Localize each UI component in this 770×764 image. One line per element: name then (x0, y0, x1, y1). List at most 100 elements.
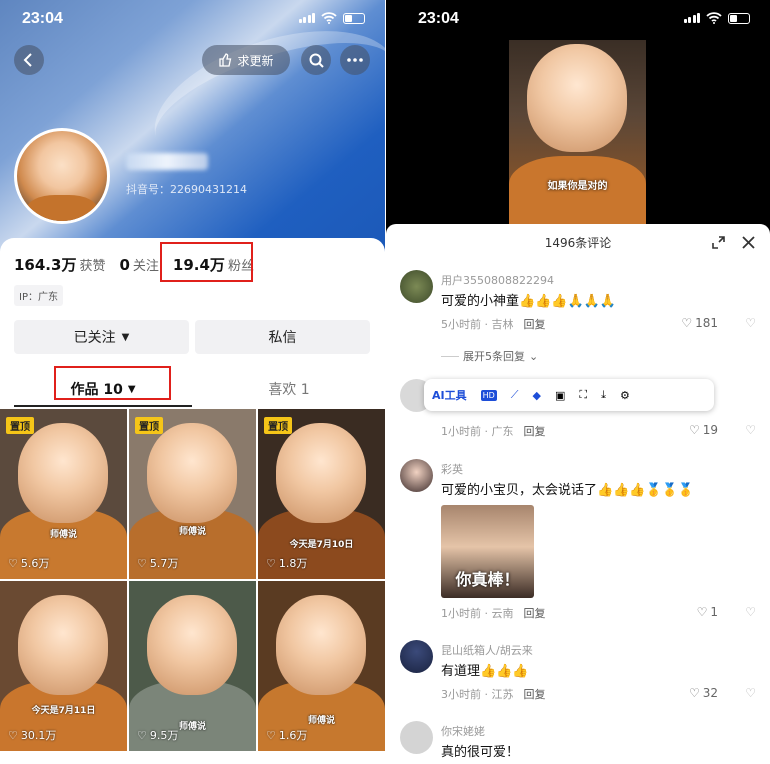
back-button[interactable] (14, 45, 44, 75)
video-likes: ♡ 1.8万 (266, 556, 308, 571)
request-update-button[interactable]: 求更新 (202, 45, 290, 75)
expand-icon[interactable] (712, 236, 725, 249)
stat-likes: 164.3万 获赞 (14, 256, 106, 274)
tab-likes-label: 喜欢 1 (268, 382, 310, 398)
comment-image-caption: 你真棒！ (455, 570, 520, 589)
comment-meta: 1小时前 · 云南 回复 (441, 607, 546, 620)
crop-icon[interactable]: ⛶ (579, 388, 587, 402)
video-caption: 师傅说 (178, 527, 206, 537)
active-tab-indicator (14, 405, 192, 407)
video-likes: ♡ 5.6万 (8, 556, 50, 571)
video-caption: 今天是7月10日 (289, 540, 354, 550)
reply-button[interactable]: 回复 (524, 318, 546, 331)
comment-image[interactable]: 你真棒！ (441, 505, 534, 598)
commenter-avatar[interactable] (400, 640, 433, 673)
video-thumb[interactable]: 师傅说 ♡ 9.5万 (129, 581, 256, 751)
commenter-avatar[interactable] (400, 459, 433, 492)
more-dots-icon (347, 58, 363, 62)
pinned-badge: 置顶 (6, 417, 34, 434)
close-icon[interactable] (742, 236, 755, 249)
commenter-avatar[interactable] (400, 721, 433, 754)
status-icons (298, 12, 365, 24)
image-edit-icon[interactable]: ▣ (555, 389, 565, 402)
dislike-icon[interactable]: ♡ (745, 316, 756, 330)
battery-icon (728, 12, 750, 24)
heart-icon: ♡ (688, 686, 700, 700)
signal-icon (298, 13, 315, 23)
video-likes: ♡ 9.5万 (137, 728, 179, 743)
blurred-username (126, 153, 208, 170)
chevron-down-icon: ⌄ (529, 349, 539, 363)
comment-like-button[interactable]: ♡ 19 (689, 423, 718, 437)
video-subtitle: 如果你是对的 (547, 181, 608, 192)
comment-meta: 1小时前 · 广东 回复 (441, 425, 546, 438)
video-thumb[interactable]: 师傅说 ♡ 1.6万 (258, 581, 385, 751)
commenter-name[interactable]: 你宋姥姥 (441, 723, 485, 739)
video-likes: ♡ 1.6万 (266, 728, 308, 743)
video-thumb[interactable]: 置顶 师傅说 ♡ 5.6万 (0, 409, 127, 579)
ai-tools-button[interactable]: AI工具 (432, 387, 467, 403)
video-caption: 师傅说 (307, 716, 335, 726)
hd-icon[interactable]: HD (480, 389, 497, 401)
status-icons (683, 12, 750, 24)
comment-meta: 5小时前 · 吉林 回复 (441, 318, 546, 331)
heart-icon: ♡ (688, 423, 700, 437)
commenter-name[interactable]: 彩英 (441, 461, 463, 477)
wifi-icon (706, 12, 722, 24)
dislike-icon[interactable]: ♡ (745, 605, 756, 619)
search-button[interactable] (301, 45, 331, 75)
reply-button[interactable]: 回复 (524, 425, 546, 438)
comment-text: 可爱的小神童👍👍👍🙏🙏🙏 (441, 294, 617, 309)
comment-like-button[interactable]: ♡ 32 (689, 686, 718, 700)
ip-location: IP：广东 (14, 285, 63, 306)
heart-icon: ♡ (8, 556, 18, 570)
request-update-label: 求更新 (237, 53, 274, 68)
video-player[interactable]: 如果你是对的 (509, 40, 646, 226)
heart-icon: ♡ (137, 728, 147, 742)
settings-icon[interactable]: ⚙ (620, 389, 630, 402)
dislike-icon[interactable]: ♡ (745, 686, 756, 700)
video-thumb[interactable]: 置顶 师傅说 ♡ 5.7万 (129, 409, 256, 579)
video-likes: ♡ 5.7万 (137, 556, 179, 571)
video-caption: 师傅说 (49, 530, 77, 540)
heart-icon: ♡ (266, 728, 276, 742)
magic-wand-icon[interactable]: ⟋ (511, 388, 519, 402)
heart-icon: ♡ (137, 556, 147, 570)
comment-like-button[interactable]: ♡ 181 (681, 316, 718, 330)
wifi-icon (321, 12, 337, 24)
profile-screen: 23:04 求更新 抖音号：22690431214 164.3万 获赞 0 关注 1… (0, 0, 385, 764)
expand-replies-button[interactable]: 展开5条回复 ⌄ (441, 348, 538, 364)
commenter-name[interactable]: 昆山纸箱人/胡云来 (441, 642, 533, 658)
download-icon[interactable]: ⤓ (601, 388, 606, 402)
comment-like-button[interactable]: ♡ 1 (697, 605, 718, 619)
reply-button[interactable]: 回复 (524, 688, 546, 701)
message-label: 私信 (268, 330, 297, 346)
reply-button[interactable]: 回复 (524, 607, 546, 620)
eraser-icon[interactable]: ◆ (533, 389, 541, 402)
followed-button[interactable]: 已关注 ▼ (14, 320, 189, 354)
status-time: 23:04 (418, 10, 459, 27)
more-button[interactable] (340, 45, 370, 75)
stat-following[interactable]: 0 关注 (119, 255, 158, 274)
comment-text: 有道理👍👍👍 (441, 664, 529, 679)
comment-text: 真的很可爱！ (441, 745, 520, 760)
dislike-icon[interactable]: ♡ (745, 423, 756, 437)
commenter-name[interactable]: 用户3550808822294 (441, 272, 554, 288)
tab-likes[interactable]: 喜欢 1 (200, 372, 378, 406)
status-bar: 23:04 (386, 0, 770, 38)
heart-icon: ♡ (696, 605, 708, 619)
commenter-avatar[interactable] (400, 270, 433, 303)
video-grid: 置顶 师傅说 ♡ 5.6万 置顶 师傅说 ♡ 5.7万 置顶 今天是7月10日 ♡ 1… (0, 409, 385, 751)
comments-sheet: 1496条评论 用户3550808822294 可爱的小神童👍👍👍🙏🙏🙏 5小时… (386, 224, 770, 764)
video-likes: ♡ 30.1万 (8, 728, 57, 743)
comment-text: 可爱的小宝贝，太会说话了👍👍👍🥇🥇🥇 (441, 483, 695, 498)
expand-replies-label: 展开5条回复 (463, 350, 525, 363)
profile-avatar[interactable] (14, 128, 110, 224)
video-thumb[interactable]: 置顶 今天是7月10日 ♡ 1.8万 (258, 409, 385, 579)
battery-icon (343, 12, 365, 24)
video-thumb[interactable]: 今天是7月11日 ♡ 30.1万 (0, 581, 127, 751)
douyin-id[interactable]: 抖音号：22690431214 (126, 181, 247, 197)
message-button[interactable]: 私信 (195, 320, 370, 354)
comment-meta: 3小时前 · 江苏 回复 (441, 688, 546, 701)
pinned-badge: 置顶 (264, 417, 292, 434)
